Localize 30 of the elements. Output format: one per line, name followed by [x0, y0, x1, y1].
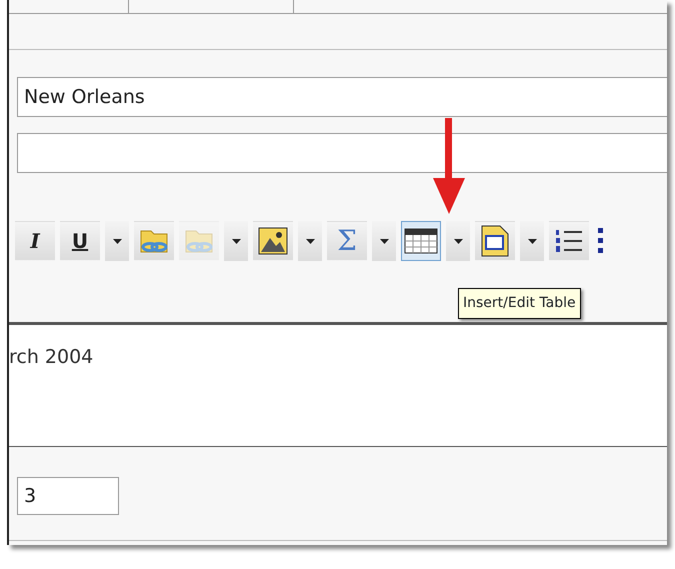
tooltip: Insert/Edit Table [458, 288, 581, 319]
caret-icon [454, 238, 462, 244]
toolbar-button[interactable] [549, 221, 589, 261]
document-icon [481, 225, 509, 257]
caret-icon [306, 238, 314, 244]
caret-icon [112, 238, 122, 244]
dropdown-button[interactable] [372, 221, 396, 261]
toolbar-button[interactable] [401, 221, 441, 261]
dropdown-button[interactable] [224, 221, 248, 261]
caret-icon [232, 238, 240, 244]
dropdown-button[interactable] [105, 221, 129, 261]
text-field[interactable] [17, 133, 667, 173]
number-field[interactable]: 3 [17, 477, 119, 515]
caret-icon [528, 238, 536, 244]
editor-area[interactable]: rch 2004 [9, 322, 667, 447]
caret-icon [380, 238, 388, 244]
dropdown-button[interactable] [446, 221, 470, 261]
editor-text: rch 2004 [9, 345, 94, 370]
numbered-list-icon [554, 227, 584, 255]
dropdown-button[interactable] [520, 221, 544, 261]
dropdown-button[interactable] [298, 221, 322, 261]
toolbar-button[interactable] [475, 221, 515, 261]
picture-icon [258, 226, 288, 256]
list-icon [597, 226, 605, 256]
italic-button[interactable]: I [15, 221, 55, 261]
table-icon [404, 228, 438, 254]
underline-button[interactable]: U [60, 221, 100, 261]
sum-button[interactable]: Σ [327, 221, 367, 261]
toolbar-button[interactable] [253, 221, 293, 261]
text-field[interactable]: New Orleans [17, 77, 667, 117]
